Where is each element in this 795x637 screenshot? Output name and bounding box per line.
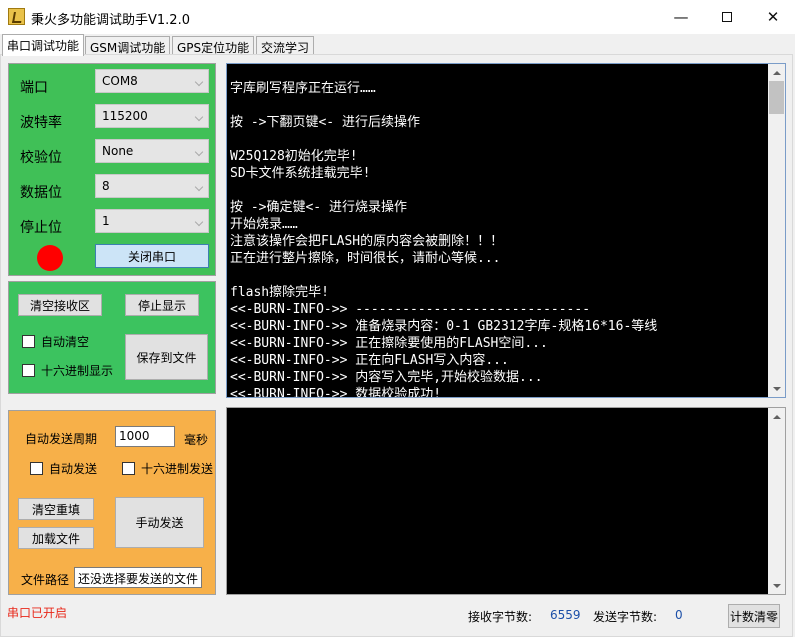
port-status-led (37, 245, 63, 271)
chevron-down-icon (194, 112, 204, 122)
clear-receive-button[interactable]: 清空接收区 (18, 294, 102, 316)
serial-settings-panel: 端口 COM8 波特率 115200 校验位 None 数据位 8 停止位 1 … (8, 63, 216, 276)
tab-bar: 串口调试功能 GSM调试功能 GPS定位功能 交流学习 (0, 34, 795, 56)
log-line: 字库刷写程序正在运行…… (230, 81, 376, 96)
period-label: 自动发送周期 (25, 432, 98, 446)
databits-select[interactable]: 8 (95, 174, 209, 198)
checkbox-icon (122, 462, 135, 475)
arrow-down-icon (772, 583, 781, 588)
tab-gps[interactable]: GPS定位功能 (172, 36, 255, 55)
tx-count-value: 0 (675, 608, 683, 622)
tx-count-label: 发送字节数: (593, 610, 658, 624)
hex-send-checkbox[interactable]: 十六进制发送 (122, 460, 213, 477)
chevron-down-icon (194, 217, 204, 227)
log-line: <<-BURN-INFO->> 内容写入完毕,开始校验数据... (230, 370, 543, 385)
log-line: 按 ->确定键<- 进行烧录操作 (230, 200, 407, 215)
baud-label: 波特率 (20, 115, 62, 131)
log-line: 开始烧录…… (230, 217, 298, 232)
databits-label: 数据位 (20, 185, 62, 201)
port-select[interactable]: COM8 (95, 69, 209, 93)
receive-log: 字库刷写程序正在运行…… 按 ->下翻页键<- 进行后续操作 W25Q128初始化完… (230, 80, 765, 398)
save-to-file-button[interactable]: 保存到文件 (125, 334, 208, 380)
auto-send-label: 自动发送 (49, 462, 98, 476)
scroll-down-button[interactable] (768, 577, 785, 594)
log-line: <<-BURN-INFO->> 准备烧录内容：0-1 GB2312字库-规格16… (230, 319, 658, 334)
period-unit: 毫秒 (184, 433, 209, 447)
load-file-button[interactable]: 加载文件 (18, 527, 94, 549)
manual-send-button[interactable]: 手动发送 (115, 497, 204, 548)
chevron-down-icon (194, 77, 204, 87)
clear-refill-button[interactable]: 清空重填 (18, 498, 94, 520)
close-button[interactable]: ✕ (750, 0, 795, 34)
checkbox-icon (22, 335, 35, 348)
port-status-text: 串口已开启 (7, 606, 68, 620)
tab-serial[interactable]: 串口调试功能 (2, 34, 85, 56)
log-line: 注意该操作会把FLASH的原内容会被删除！！！ (230, 234, 504, 249)
log-line: 正在进行整片擦除，时间很长，请耐心等候... (230, 251, 501, 266)
auto-clear-label: 自动清空 (41, 335, 90, 349)
tab-community[interactable]: 交流学习 (256, 36, 315, 55)
stopbits-label: 停止位 (20, 220, 62, 236)
scroll-up-button[interactable] (768, 64, 785, 81)
stopbits-value: 1 (102, 214, 110, 228)
chevron-down-icon (194, 182, 204, 192)
maximize-icon (722, 12, 732, 22)
baud-value: 115200 (102, 109, 148, 123)
reset-count-button[interactable]: 计数清零 (728, 604, 780, 628)
arrow-down-icon (772, 386, 781, 391)
receive-textarea[interactable]: 字库刷写程序正在运行…… 按 ->下翻页键<- 进行后续操作 W25Q128初始化完… (226, 63, 786, 398)
hex-send-label: 十六进制发送 (141, 462, 214, 476)
send-scrollbar[interactable] (768, 408, 785, 594)
title-bar: 秉火多功能调试助手V1.2.0 — ✕ (0, 0, 795, 34)
arrow-up-icon (772, 70, 781, 75)
parity-select[interactable]: None (95, 139, 209, 163)
hex-display-checkbox[interactable]: 十六进制显示 (22, 362, 113, 379)
send-textarea[interactable] (226, 407, 786, 595)
baud-select[interactable]: 115200 (95, 104, 209, 128)
log-line: 按 ->下翻页键<- 进行后续操作 (230, 115, 420, 130)
stopbits-select[interactable]: 1 (95, 209, 209, 233)
checkbox-icon (30, 462, 43, 475)
send-controls-panel: 自动发送周期 1000 毫秒 自动发送 十六进制发送 清空重填 加载文件 手动发… (8, 410, 216, 595)
log-line: SD卡文件系统挂载完毕! (230, 166, 371, 181)
scroll-down-button[interactable] (768, 380, 785, 397)
log-line: W25Q128初始化完毕! (230, 149, 358, 164)
scroll-thumb[interactable] (769, 81, 784, 114)
stop-display-button[interactable]: 停止显示 (125, 294, 199, 316)
log-line: <<-BURN-INFO->> 数据校验成功! (230, 387, 442, 398)
maximize-button[interactable] (704, 0, 750, 34)
close-port-button[interactable]: 关闭串口 (95, 244, 209, 268)
app-logo-icon (8, 8, 25, 25)
file-path-input[interactable]: 还没选择要发送的文件 (74, 567, 202, 588)
window-title: 秉火多功能调试助手V1.2.0 (31, 13, 190, 28)
log-line: flash擦除完毕! (230, 285, 329, 300)
log-line: <<-BURN-INFO->> ------------------------… (230, 302, 591, 317)
tab-gsm[interactable]: GSM调试功能 (85, 36, 171, 55)
arrow-up-icon (772, 414, 781, 419)
checkbox-icon (22, 364, 35, 377)
file-path-label: 文件路径 (21, 573, 70, 587)
scroll-up-button[interactable] (768, 408, 785, 425)
chevron-down-icon (194, 147, 204, 157)
rx-count-label: 接收字节数: (468, 610, 533, 624)
hex-display-label: 十六进制显示 (41, 364, 114, 378)
auto-send-checkbox[interactable]: 自动发送 (30, 460, 97, 477)
port-label: 端口 (20, 80, 48, 96)
rx-count-value: 6559 (550, 608, 581, 622)
auto-clear-checkbox[interactable]: 自动清空 (22, 333, 89, 350)
parity-value: None (102, 144, 134, 158)
log-line: <<-BURN-INFO->> 正在向FLASH写入内容... (230, 353, 509, 368)
period-input[interactable]: 1000 (115, 426, 175, 447)
log-line: <<-BURN-INFO->> 正在擦除要使用的FLASH空间... (230, 336, 548, 351)
port-value: COM8 (102, 74, 138, 88)
receive-controls-panel: 清空接收区 停止显示 自动清空 十六进制显示 保存到文件 (8, 281, 216, 394)
parity-label: 校验位 (20, 150, 62, 166)
minimize-button[interactable]: — (658, 0, 704, 34)
receive-scrollbar[interactable] (768, 64, 785, 397)
databits-value: 8 (102, 179, 110, 193)
